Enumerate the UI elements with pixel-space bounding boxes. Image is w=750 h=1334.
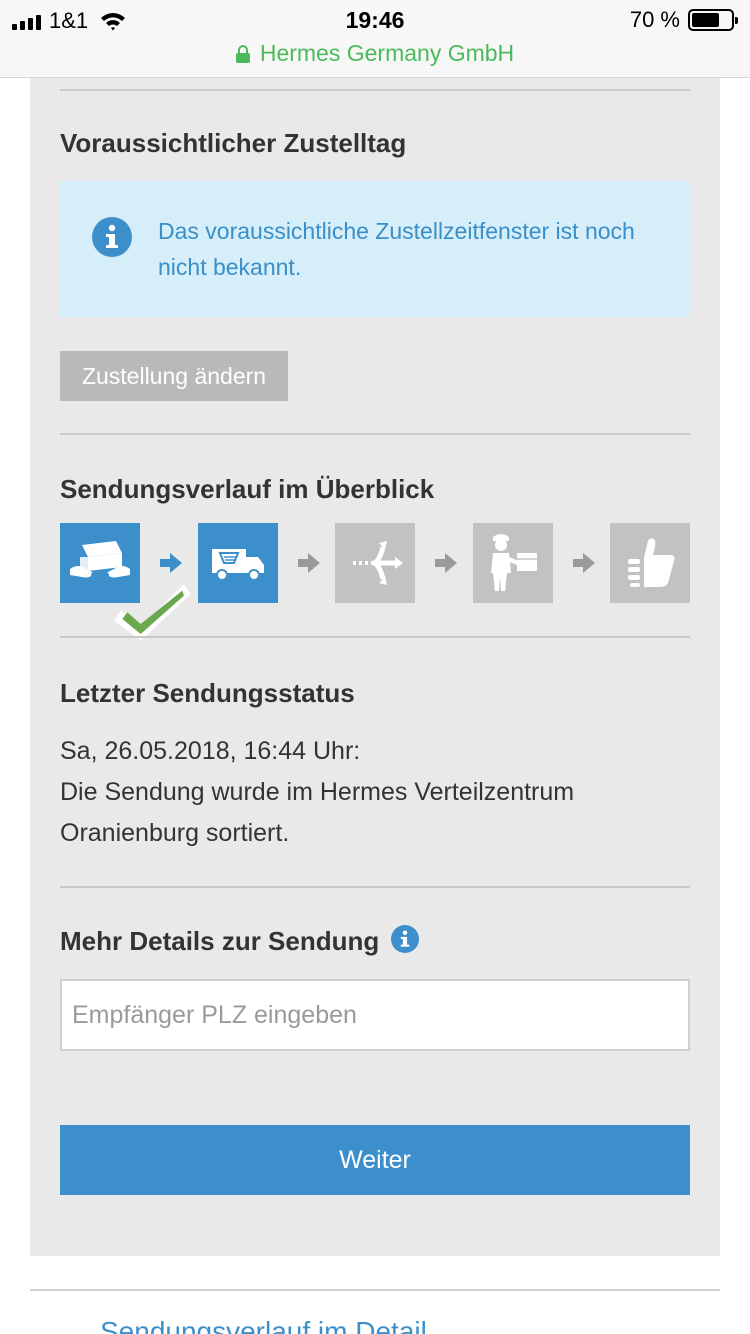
last-status-title: Letzter Sendungsstatus xyxy=(60,678,355,708)
site-name: Hermes Germany GmbH xyxy=(259,40,515,66)
details-title: Mehr Details zur Sendung xyxy=(60,926,380,956)
divider xyxy=(60,433,690,435)
arrow-right-icon xyxy=(435,553,457,573)
battery-icon xyxy=(688,9,738,31)
arrow-right-icon xyxy=(298,553,320,573)
arrow-right-icon xyxy=(573,553,595,573)
info-icon xyxy=(92,217,132,257)
courier-icon xyxy=(473,523,553,603)
continue-button[interactable]: Weiter xyxy=(60,1125,690,1195)
status-message: Die Sendung wurde im Hermes Verteilzentr… xyxy=(60,778,575,847)
delivery-truck-icon xyxy=(198,523,278,603)
last-status-text: Sa, 26.05.2018, 16:44 Uhr: Die Sendung w… xyxy=(60,731,680,854)
sorting-center-icon xyxy=(335,523,415,603)
status-bar: 1&1 19:46 70 % Hermes Germany GmbH xyxy=(0,0,750,78)
divider xyxy=(60,89,690,91)
parcel-handover-icon xyxy=(60,523,191,641)
battery-percentage: 70 % xyxy=(629,7,680,32)
divider xyxy=(60,636,690,638)
delivery-info-box: Das voraussichtliche Zustellzeitfenster … xyxy=(60,181,690,317)
status-right: 70 % xyxy=(629,7,738,33)
tracking-panel: Voraussichtlicher Zustelltag Das vorauss… xyxy=(30,78,720,1256)
divider xyxy=(30,1289,720,1291)
divider xyxy=(60,886,690,888)
details-heading: Mehr Details zur Sendung xyxy=(60,924,420,957)
battery-fill xyxy=(692,13,719,27)
delivery-info-text: Das voraussichtliche Zustellzeitfenster … xyxy=(158,218,635,280)
info-icon[interactable] xyxy=(391,924,420,953)
lock-icon xyxy=(235,44,250,63)
overview-title: Sendungsverlauf im Überblick xyxy=(60,474,435,504)
recipient-plz-input[interactable] xyxy=(60,979,690,1051)
thumbs-up-icon xyxy=(610,523,690,603)
tracking-detail-link[interactable]: Sendungsverlauf im Detail xyxy=(100,1316,427,1334)
delivery-day-title: Voraussichtlicher Zustelltag xyxy=(60,128,407,158)
change-delivery-button[interactable]: Zustellung ändern xyxy=(60,351,288,401)
site-identity[interactable]: Hermes Germany GmbH xyxy=(0,40,750,67)
status-timestamp: Sa, 26.05.2018, 16:44 Uhr: xyxy=(60,737,361,765)
arrow-right-icon xyxy=(160,553,182,573)
tracking-steps xyxy=(60,523,690,641)
